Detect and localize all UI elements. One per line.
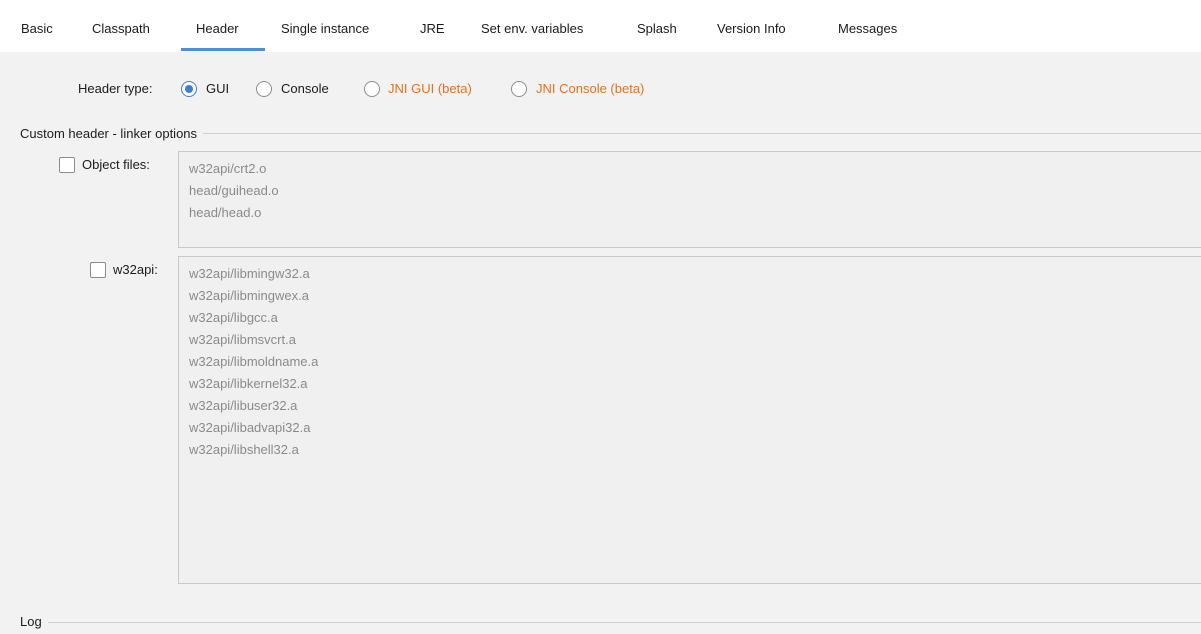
w32api-line: w32api/libkernel32.a: [189, 376, 308, 391]
log-title: Log: [20, 614, 48, 629]
w32api-line: w32api/libadvapi32.a: [189, 420, 311, 435]
object-file-line: w32api/crt2.o: [189, 161, 267, 176]
tab-splash[interactable]: Splash: [637, 21, 677, 36]
object-file-line: head/guihead.o: [189, 183, 279, 198]
w32api-line: w32api/libmingw32.a: [189, 266, 310, 281]
tab-messages[interactable]: Messages: [838, 21, 897, 36]
w32api-line: w32api/libshell32.a: [189, 442, 299, 457]
w32api-line: w32api/libmoldname.a: [189, 354, 319, 369]
w32api-line: w32api/libuser32.a: [189, 398, 298, 413]
log-separator: [20, 622, 1201, 623]
radio-gui-label[interactable]: GUI: [206, 81, 229, 96]
tab-jre[interactable]: JRE: [420, 21, 445, 36]
tab-single-instance[interactable]: Single instance: [281, 21, 369, 36]
tab-bar: Basic Classpath Header Single instance J…: [0, 0, 1201, 52]
object-files-checkbox[interactable]: [59, 157, 75, 173]
tab-classpath[interactable]: Classpath: [92, 21, 150, 36]
radio-console-label[interactable]: Console: [281, 81, 329, 96]
w32api-line: w32api/libmingwex.a: [189, 288, 309, 303]
radio-console[interactable]: [256, 81, 272, 97]
radio-jni-gui-label[interactable]: JNI GUI (beta): [388, 81, 472, 96]
header-type-label: Header type:: [78, 81, 153, 96]
object-files-textarea[interactable]: w32api/crt2.o head/guihead.o head/head.o: [178, 151, 1201, 248]
active-tab-indicator: [181, 48, 265, 51]
tab-header[interactable]: Header: [196, 21, 239, 36]
object-file-line: head/head.o: [189, 205, 262, 220]
radio-jni-console[interactable]: [511, 81, 527, 97]
w32api-textarea[interactable]: w32api/libmingw32.a w32api/libmingwex.a …: [178, 256, 1201, 584]
w32api-line: w32api/libmsvcrt.a: [189, 332, 296, 347]
w32api-checkbox[interactable]: [90, 262, 106, 278]
tab-basic[interactable]: Basic: [21, 21, 53, 36]
object-files-label: Object files:: [82, 157, 150, 172]
tab-version-info[interactable]: Version Info: [717, 21, 786, 36]
custom-header-title: Custom header - linker options: [20, 126, 204, 141]
radio-jni-gui[interactable]: [364, 81, 380, 97]
w32api-label: w32api:: [113, 262, 158, 277]
w32api-line: w32api/libgcc.a: [189, 310, 278, 325]
tab-set-env-variables[interactable]: Set env. variables: [481, 21, 583, 36]
radio-gui[interactable]: [181, 81, 197, 97]
radio-jni-console-label[interactable]: JNI Console (beta): [536, 81, 644, 96]
